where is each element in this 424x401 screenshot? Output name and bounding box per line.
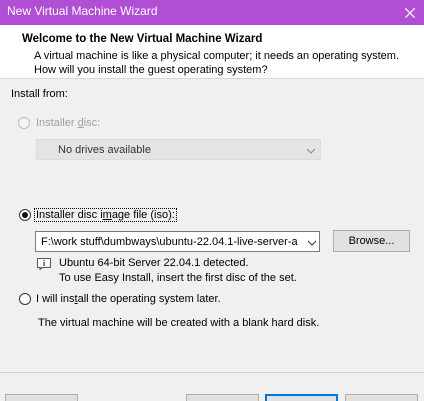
install-later-label: I will install the operating system late… xyxy=(36,293,221,305)
easy-install-hint: To use Easy Install, insert the first di… xyxy=(59,272,297,284)
back-button[interactable] xyxy=(186,394,259,401)
chevron-down-icon xyxy=(307,148,315,154)
wizard-header: Welcome to the New Virtual Machine Wizar… xyxy=(0,25,424,79)
installer-disc-radio[interactable] xyxy=(18,117,30,129)
wizard-header-title: Welcome to the New Virtual Machine Wizar… xyxy=(22,33,263,45)
cancel-button[interactable] xyxy=(345,394,418,401)
browse-button[interactable]: Browse... xyxy=(333,230,410,252)
installer-disc-label: Installer disc: xyxy=(36,117,101,129)
drive-dropdown[interactable]: No drives available xyxy=(36,139,321,160)
close-icon xyxy=(405,7,415,18)
bottom-divider xyxy=(0,372,424,373)
install-later-description: The virtual machine will be created with… xyxy=(38,317,320,329)
install-from-label: Install from: xyxy=(11,88,68,100)
install-later-radio[interactable] xyxy=(19,293,31,305)
title-bar: New Virtual Machine Wizard xyxy=(0,0,424,25)
window-title: New Virtual Machine Wizard xyxy=(7,4,158,18)
next-button[interactable] xyxy=(265,394,338,401)
iso-path-value: F:\work stuff\dumbways\ubuntu-22.04.1-li… xyxy=(41,236,298,248)
iso-path-combobox[interactable]: F:\work stuff\dumbways\ubuntu-22.04.1-li… xyxy=(35,231,320,252)
chevron-down-icon[interactable] xyxy=(308,239,316,247)
iso-image-label: Installer disc image file (iso): xyxy=(34,208,177,222)
os-detected-text: Ubuntu 64-bit Server 22.04.1 detected. xyxy=(59,257,249,269)
close-button[interactable] xyxy=(396,0,424,25)
help-button[interactable] xyxy=(5,394,78,401)
info-icon xyxy=(37,258,51,270)
drive-dropdown-value: No drives available xyxy=(58,144,151,156)
browse-button-label: Browse... xyxy=(348,235,395,247)
iso-image-radio[interactable] xyxy=(19,209,31,221)
wizard-header-description: A virtual machine is like a physical com… xyxy=(34,50,400,76)
